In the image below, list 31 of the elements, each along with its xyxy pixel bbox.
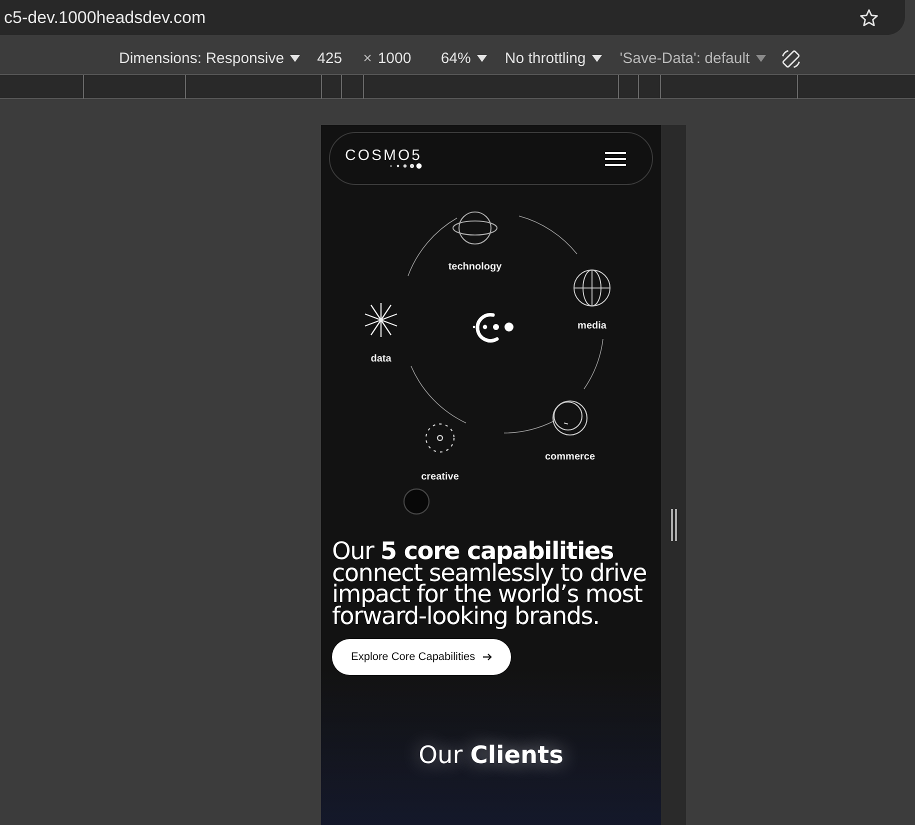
resize-handle[interactable] bbox=[670, 509, 676, 541]
rings-icon bbox=[551, 399, 589, 437]
caret-icon bbox=[290, 55, 300, 62]
times-sign: × bbox=[363, 48, 372, 69]
caret-icon bbox=[756, 55, 766, 62]
zoom-dropdown[interactable]: 64% bbox=[440, 48, 487, 70]
rotate-icon[interactable] bbox=[780, 48, 802, 70]
capability-label[interactable]: commerce bbox=[544, 450, 596, 464]
logo[interactable]: COSMO5 bbox=[345, 148, 422, 169]
url-text: c5-dev.1000headsdev.com bbox=[4, 6, 206, 29]
capability-label[interactable]: creative bbox=[421, 470, 459, 484]
starburst-icon bbox=[363, 302, 399, 338]
width-field[interactable]: 425 bbox=[317, 48, 358, 70]
capability-label[interactable]: media bbox=[578, 318, 606, 334]
height-field[interactable]: 1000 bbox=[378, 48, 428, 70]
circle-icon bbox=[403, 488, 430, 515]
star-icon[interactable] bbox=[859, 8, 879, 28]
capability-label[interactable]: data bbox=[370, 352, 392, 366]
capability-label[interactable]: technology bbox=[448, 260, 502, 274]
clients-heading: Our Clients bbox=[418, 740, 564, 771]
address-bar[interactable]: c5-dev.1000headsdev.com bbox=[0, 0, 905, 35]
headline: Our 5 core capabilities connect seamlessly to drive impact for the world’s most forward-looking brands. bbox=[332, 541, 648, 627]
globe-icon bbox=[573, 269, 611, 307]
explore-capabilities-button[interactable]: Explore Core Capabilities bbox=[332, 639, 512, 675]
caret-icon bbox=[476, 55, 487, 62]
throttling-dropdown[interactable]: No throttling bbox=[504, 48, 602, 70]
planet-icon bbox=[452, 210, 498, 246]
arrow-right-icon bbox=[483, 653, 492, 661]
menu-icon[interactable] bbox=[605, 152, 626, 166]
dimensions-dropdown[interactable]: Dimensions: Responsive bbox=[119, 48, 300, 70]
caret-icon bbox=[592, 55, 602, 62]
